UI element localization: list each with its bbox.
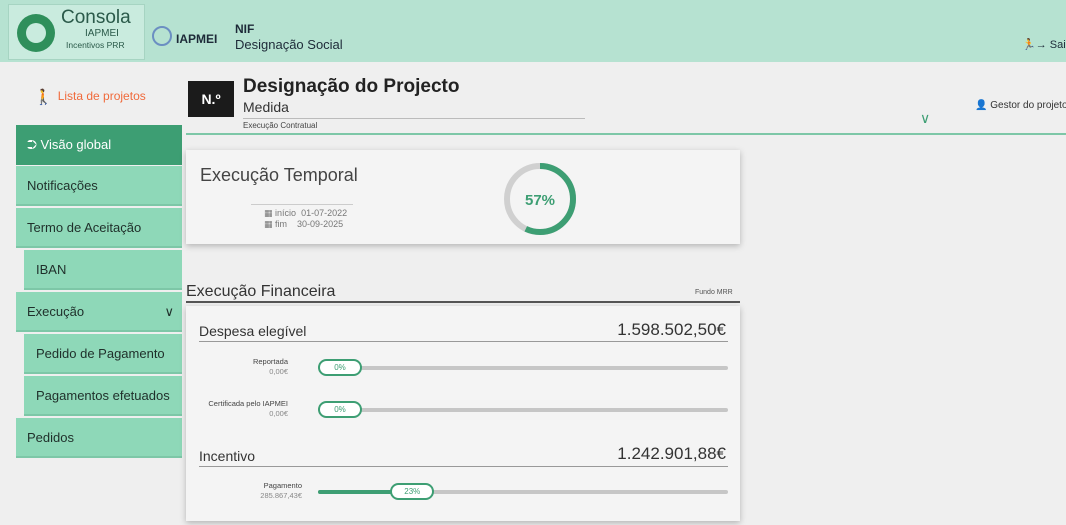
temporal-dates: ▦ início 01-07-2022 ▦ fim 30-09-2025 — [264, 208, 347, 230]
circle-arrow-icon: ⮊ — [27, 137, 37, 152]
progress-pill: 23% — [390, 483, 435, 500]
divider — [199, 466, 728, 467]
project-number-badge: N.º — [188, 81, 234, 117]
gestor-label: Gestor do projeto — [990, 100, 1066, 111]
iapmei-logo-icon — [152, 26, 172, 46]
sidebar-item-pagamentos-efetuados[interactable]: Pagamentos efetuados — [24, 376, 182, 416]
project-list-link[interactable]: 🚶 Lista de projetos — [34, 88, 146, 106]
logo-icon — [17, 14, 55, 52]
sidebar-item-label: Pedido de Pagamento — [36, 346, 165, 361]
divider — [251, 204, 353, 205]
walker-icon: 🚶 — [34, 89, 53, 106]
end-date: 30-09-2025 — [297, 219, 344, 229]
bar-amount: 0,00€ — [269, 409, 288, 418]
despesa-label: Despesa elegível — [199, 323, 307, 339]
project-list-label: Lista de projetos — [57, 89, 146, 103]
user-icon: 👤 — [975, 100, 988, 111]
expand-chevron-icon[interactable]: ∨ — [920, 110, 930, 127]
sidebar-item-pedidos[interactable]: Pedidos — [16, 418, 182, 458]
execucao-contratual-label: Execução Contratual — [243, 121, 318, 130]
company-name: Designação Social — [235, 37, 343, 52]
sidebar-item-label: Pagamentos efetuados — [36, 388, 170, 403]
incentivo-label: Incentivo — [199, 448, 256, 464]
divider — [199, 341, 728, 342]
bar-label-text: Reportada — [252, 357, 288, 366]
gestor-projeto-link[interactable]: 👤 Gestor do projeto — [975, 100, 1066, 111]
progress-bar-reportada: 0% — [318, 359, 728, 376]
app-header: Consola IAPMEI Incentivos PRR IAPMEI NIF… — [0, 0, 1066, 62]
progress-pill: 0% — [318, 359, 362, 376]
bar-amount: 0,00€ — [269, 367, 288, 376]
fund-label: Fundo MRR — [695, 289, 733, 296]
sidebar-item-termo-aceitacao[interactable]: Termo de Aceitação — [16, 208, 182, 248]
logo-subtitle: Incentivos PRR — [66, 40, 125, 50]
execucao-financeira-card: Despesa elegível 1.598.502,50€ Reportada… — [186, 306, 740, 521]
sidebar-item-label: Notificações — [27, 178, 98, 193]
end-label: fim — [275, 219, 288, 229]
financeira-divider — [186, 301, 740, 303]
sidebar-item-label: Termo de Aceitação — [27, 220, 142, 235]
despesa-value: 1.598.502,50€ — [617, 320, 726, 339]
bar-label-text: Certificada pelo IAPMEI — [208, 399, 288, 408]
progress-pill: 0% — [318, 401, 362, 418]
consola-logo[interactable]: Consola IAPMEI Incentivos PRR — [8, 4, 145, 60]
logo-title: Consola — [61, 7, 131, 28]
header-divider — [186, 133, 1066, 135]
incentivo-value: 1.242.901,88€ — [617, 444, 726, 463]
sidebar-item-label: Execução — [27, 304, 85, 319]
project-title: Designação do Projecto — [243, 76, 460, 97]
chevron-down-icon: ∨ — [164, 304, 174, 319]
bar-label: Reportada 0,00€ — [188, 357, 288, 377]
progress-bar-pagamento: 23% — [318, 483, 728, 500]
calendar-icon: ▦ — [264, 219, 273, 229]
progress-donut: 57% — [504, 163, 576, 235]
exit-label: Sair — [1049, 39, 1066, 51]
sidebar-item-label: Visão global — [40, 137, 112, 152]
bar-amount: 285.867,43€ — [260, 491, 302, 500]
divider — [243, 118, 585, 119]
bar-label-text: Pagamento — [263, 481, 302, 490]
calendar-icon: ▦ — [264, 208, 273, 218]
bar-label: Pagamento 285.867,43€ — [202, 481, 302, 501]
sidebar-item-execucao[interactable]: Execução ∨ — [16, 292, 182, 332]
logo-org: IAPMEI — [85, 28, 119, 39]
donut-percent: 57% — [525, 192, 555, 209]
start-label: início — [275, 208, 297, 218]
execucao-temporal-card: Execução Temporal ▦ início 01-07-2022 ▦ … — [186, 150, 740, 244]
sidebar-item-pedido-pagamento[interactable]: Pedido de Pagamento — [24, 334, 182, 374]
financeira-title: Execução Financeira — [186, 283, 336, 300]
sidebar-item-iban[interactable]: IBAN — [24, 250, 182, 290]
temporal-title: Execução Temporal — [200, 165, 358, 185]
exit-button[interactable]: 🏃→ Sair — [1022, 38, 1066, 51]
start-date: 01-07-2022 — [301, 208, 348, 218]
progress-bar-certificada: 0% — [318, 401, 728, 418]
nif-label: NIF — [235, 22, 255, 36]
iapmei-brand: IAPMEI — [176, 32, 218, 46]
sidebar-item-label: IBAN — [36, 262, 67, 277]
sidebar-item-label: Pedidos — [27, 430, 74, 445]
bar-label: Certificada pelo IAPMEI 0,00€ — [188, 399, 288, 419]
sidebar-item-visao-global[interactable]: ⮊ Visão global — [16, 125, 182, 165]
exit-icon: 🏃→ — [1022, 39, 1047, 51]
sidebar-item-notificacoes[interactable]: Notificações — [16, 166, 182, 206]
project-medida: Medida — [243, 99, 289, 115]
